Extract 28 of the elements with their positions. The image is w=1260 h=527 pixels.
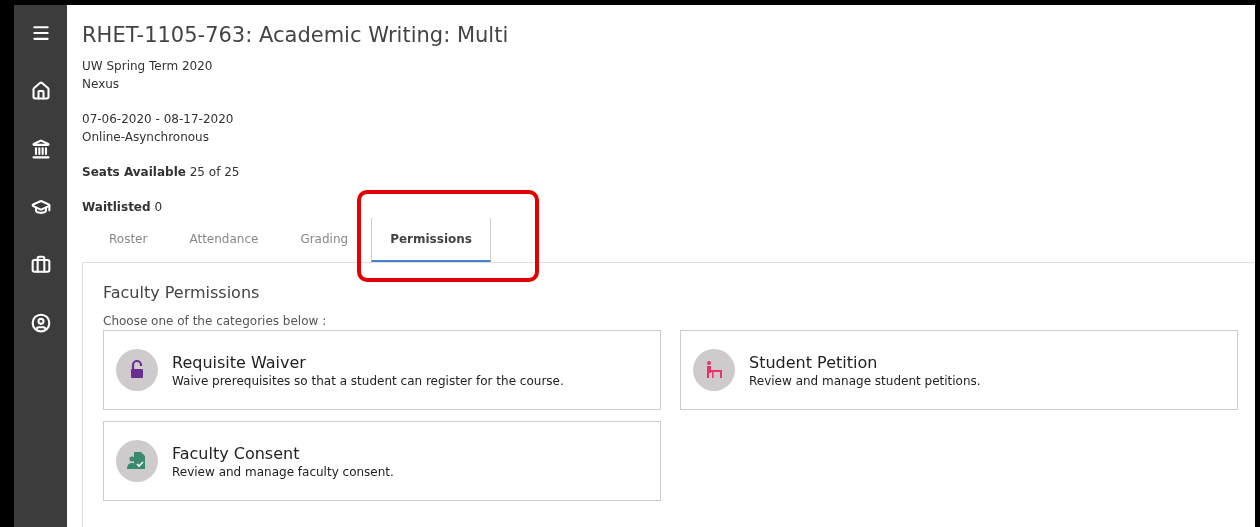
instruction-text: Choose one of the categories below :: [103, 314, 328, 328]
card-title: Requisite Waiver: [172, 352, 307, 372]
briefcase-icon[interactable]: [30, 255, 51, 275]
card-title: Faculty Consent: [172, 443, 301, 463]
term-text: UW Spring Term 2020: [82, 58, 214, 75]
category-card[interactable]: Requisite Waiver Waive prerequisites so that a student can register for the course.: [103, 330, 661, 410]
category-card[interactable]: Faculty Consent Review and manage faculty consent.: [103, 421, 661, 501]
card-description: Review and manage faculty consent.: [172, 464, 394, 479]
waitlist-text: Waitlisted 0: [82, 199, 164, 216]
tab[interactable]: Attendance: [170, 218, 278, 262]
campus-text: Nexus: [82, 76, 121, 93]
home-icon[interactable]: [30, 81, 51, 101]
user-icon[interactable]: [30, 313, 51, 333]
course-title: RHET-1105-763: Academic Writing: Multi: [82, 23, 510, 47]
card-title: Student Petition: [749, 352, 879, 372]
tab[interactable]: Permissions: [371, 218, 491, 262]
tab[interactable]: Grading: [281, 218, 368, 262]
dates-text: 07-06-2020 - 08-17-2020: [82, 111, 235, 128]
tab[interactable]: Roster: [90, 218, 167, 262]
graduation-cap-icon[interactable]: [30, 197, 51, 217]
panel-title: Faculty Permissions: [103, 283, 261, 302]
menu-icon[interactable]: [30, 23, 51, 43]
card-description: Waive prerequisites so that a student can register for the course.: [172, 373, 564, 388]
card-description: Review and manage student petitions.: [749, 373, 981, 388]
seats-text: Seats Available 25 of 25: [82, 164, 241, 181]
category-card[interactable]: Student Petition Review and manage student petitions.: [680, 330, 1238, 410]
bank-icon[interactable]: [30, 139, 51, 159]
mode-text: Online-Asynchronous: [82, 129, 210, 146]
